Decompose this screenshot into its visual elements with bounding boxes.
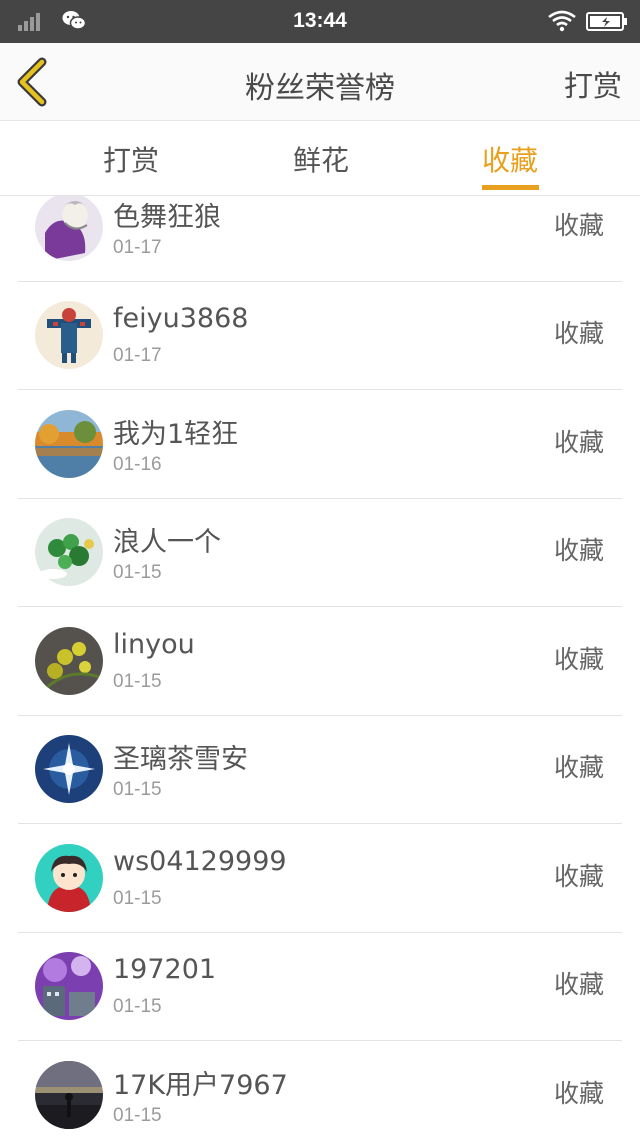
favorite-label: 收藏 [553, 862, 604, 891]
favorite-date: 01-15 [113, 779, 162, 800]
wifi-icon [547, 10, 577, 32]
favorite-date: 01-15 [113, 996, 162, 1017]
favorite-label: 收藏 [553, 645, 604, 674]
avatar [35, 301, 103, 369]
tab-favorites[interactable]: 收藏 [450, 139, 570, 179]
favorite-label: 收藏 [553, 753, 604, 782]
tip-button[interactable]: 打赏 [564, 63, 622, 105]
tab-bar: 打赏 鲜花 收藏 [0, 121, 640, 196]
list-item[interactable]: 197201 01-15 收藏 [18, 932, 622, 1041]
tab-tip[interactable]: 打赏 [71, 139, 191, 179]
fan-list[interactable]: 色舞狂狼 01-17 收藏 feiyu3868 01-17 收藏 我为1轻狂 0… [0, 196, 640, 1138]
page-title: 粉丝荣誉榜 [245, 71, 395, 106]
active-tab-indicator [482, 185, 539, 190]
user-name: linyou [113, 629, 195, 660]
favorite-date: 01-17 [113, 345, 162, 366]
avatar [35, 627, 103, 695]
app-header: 粉丝荣誉榜 打赏 [0, 43, 640, 121]
battery-charging-icon [586, 12, 628, 31]
avatar [35, 735, 103, 803]
favorite-label: 收藏 [553, 1079, 604, 1108]
favorite-date: 01-15 [113, 671, 162, 692]
favorite-label: 收藏 [553, 536, 604, 565]
favorite-date: 01-16 [113, 454, 162, 475]
favorite-date: 01-17 [113, 237, 162, 258]
user-name: 圣璃茶雪安 [113, 744, 248, 775]
favorite-label: 收藏 [553, 319, 604, 348]
list-item[interactable]: feiyu3868 01-17 收藏 [18, 281, 622, 390]
status-bar: 13:44 [0, 0, 640, 43]
avatar [35, 518, 103, 586]
favorite-date: 01-15 [113, 562, 162, 583]
user-name: ws04129999 [113, 846, 287, 877]
avatar [35, 952, 103, 1020]
favorite-label: 收藏 [553, 211, 604, 240]
favorite-date: 01-15 [113, 888, 162, 909]
tab-flowers[interactable]: 鲜花 [261, 139, 381, 179]
avatar [35, 844, 103, 912]
user-name: 浪人一个 [113, 527, 221, 558]
favorite-label: 收藏 [553, 970, 604, 999]
avatar [35, 410, 103, 478]
user-name: feiyu3868 [113, 303, 249, 334]
list-item[interactable]: 我为1轻狂 01-16 收藏 [18, 390, 622, 499]
user-name: 色舞狂狼 [113, 202, 221, 233]
favorite-date: 01-15 [113, 1105, 162, 1126]
list-item[interactable]: ws04129999 01-15 收藏 [18, 824, 622, 933]
list-item[interactable]: 17K用户7967 01-15 收藏 [18, 1041, 622, 1138]
user-name: 197201 [113, 954, 217, 985]
avatar [35, 1061, 103, 1129]
list-item[interactable]: linyou 01-15 收藏 [18, 607, 622, 716]
favorite-label: 收藏 [553, 428, 604, 457]
avatar [35, 196, 103, 261]
user-name: 我为1轻狂 [113, 419, 239, 450]
status-time: 13:44 [293, 9, 347, 32]
user-name: 17K用户7967 [113, 1070, 288, 1101]
list-item[interactable]: 色舞狂狼 01-17 收藏 [18, 196, 622, 282]
list-item[interactable]: 圣璃茶雪安 01-15 收藏 [18, 715, 622, 824]
list-item[interactable]: 浪人一个 01-15 收藏 [18, 498, 622, 607]
